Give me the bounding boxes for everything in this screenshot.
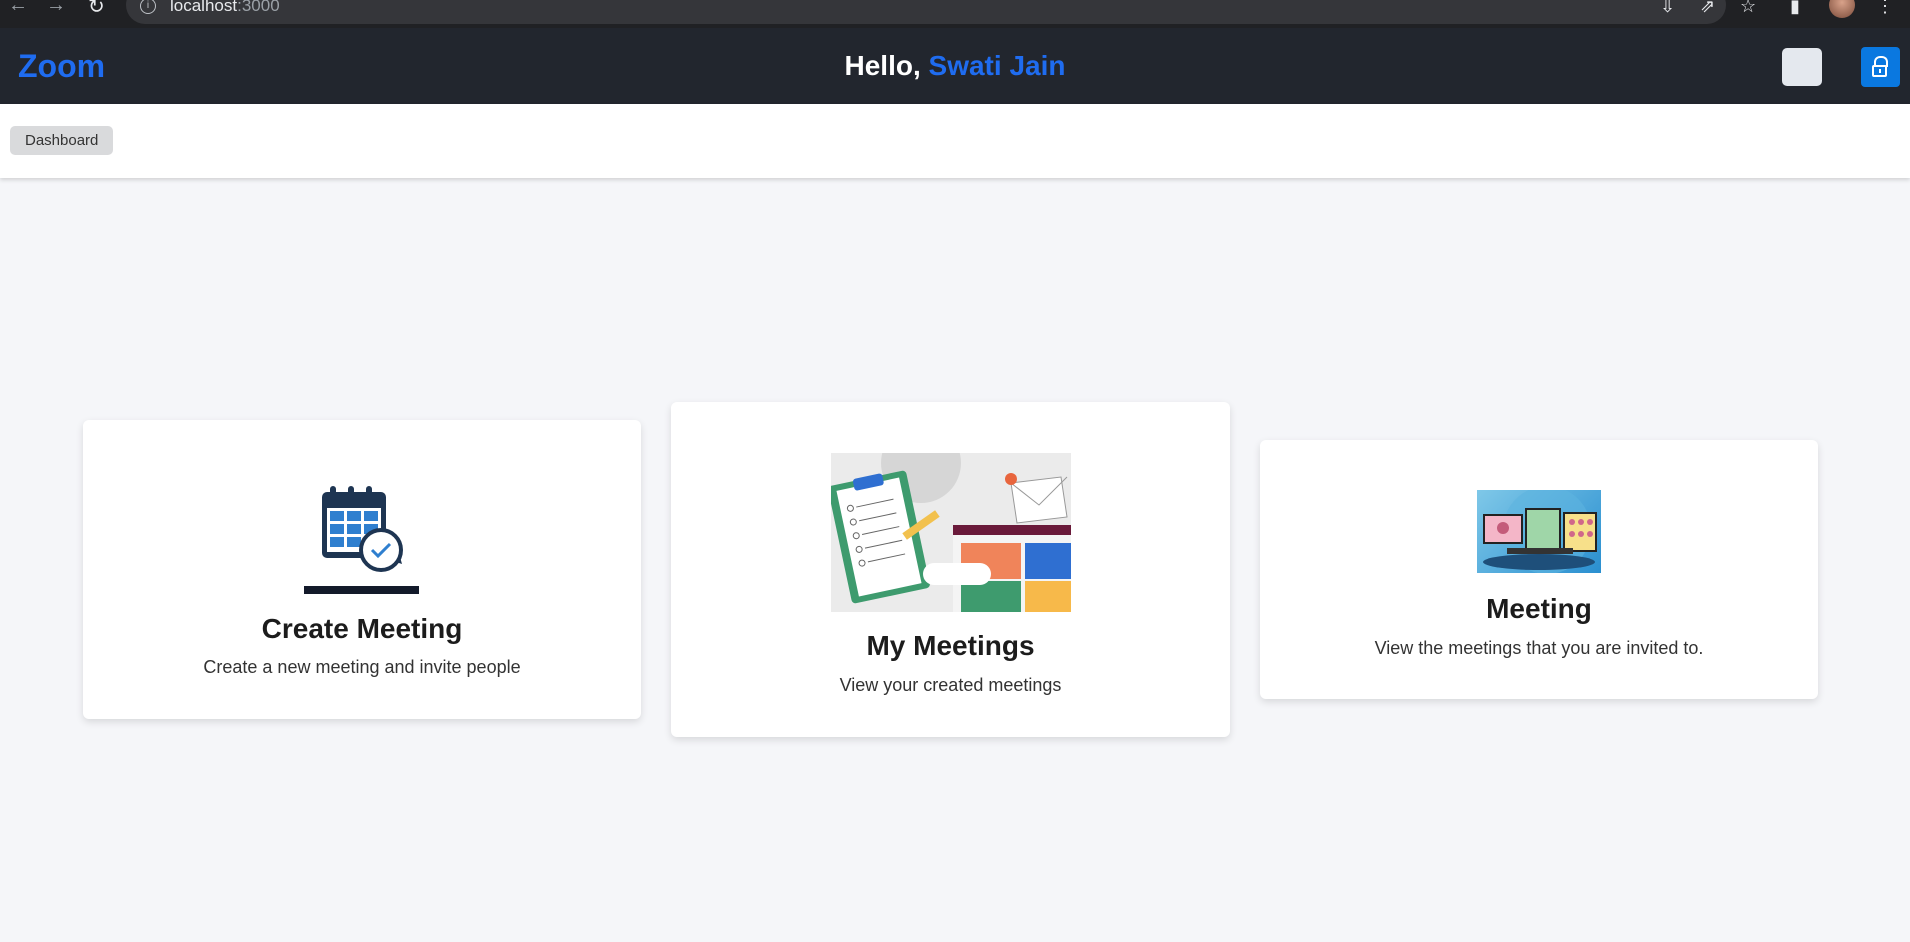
user-name: Swati Jain: [928, 50, 1066, 81]
url-text: localhost:3000: [170, 0, 280, 15]
checklist-illustration: [831, 453, 1071, 612]
card-description: View your created meetings: [839, 675, 1062, 695]
card-title: Create Meeting: [261, 613, 463, 644]
install-app-icon[interactable]: ⇩: [1660, 0, 1675, 17]
my-meetings-card[interactable]: My Meetings View your created meetings: [671, 402, 1230, 737]
forward-arrow-icon[interactable]: →: [46, 0, 66, 17]
calendar-clock-icon: [304, 482, 419, 596]
site-info-icon[interactable]: i: [140, 0, 156, 14]
address-bar[interactable]: i localhost:3000: [126, 0, 1726, 24]
side-panel-icon[interactable]: ▮: [1790, 0, 1800, 17]
browser-menu-icon[interactable]: ⋮: [1876, 0, 1894, 17]
breadcrumb-item-dashboard[interactable]: Dashboard: [10, 126, 114, 155]
app-header: Zoom Hello, Swati Jain: [0, 28, 1910, 104]
card-description: Create a new meeting and invite people: [203, 657, 521, 677]
reload-icon[interactable]: ↻: [88, 0, 105, 19]
logout-button[interactable]: [1861, 47, 1900, 87]
user-avatar-button[interactable]: [1782, 48, 1822, 86]
profile-avatar[interactable]: [1829, 0, 1855, 18]
greeting-prefix: Hello,: [844, 50, 929, 81]
video-call-devices-illustration: [1477, 490, 1601, 573]
bookmark-star-icon[interactable]: ☆: [1740, 0, 1756, 17]
breadcrumb: Dashboard: [0, 104, 1910, 178]
card-description: View the meetings that you are invited t…: [1374, 638, 1704, 658]
share-icon[interactable]: ⇗: [1700, 0, 1715, 17]
invited-meetings-card[interactable]: Meeting View the meetings that you are i…: [1260, 440, 1818, 699]
back-arrow-icon[interactable]: ←: [8, 0, 28, 17]
browser-toolbar: ← → ↻ i localhost:3000 ⇩ ⇗ ☆ ▮ ⋮: [0, 0, 1910, 28]
card-title: My Meetings: [866, 630, 1035, 661]
card-title: Meeting: [1486, 593, 1592, 624]
greeting: Hello, Swati Jain: [0, 50, 1910, 82]
create-meeting-card[interactable]: Create Meeting Create a new meeting and …: [83, 420, 641, 719]
